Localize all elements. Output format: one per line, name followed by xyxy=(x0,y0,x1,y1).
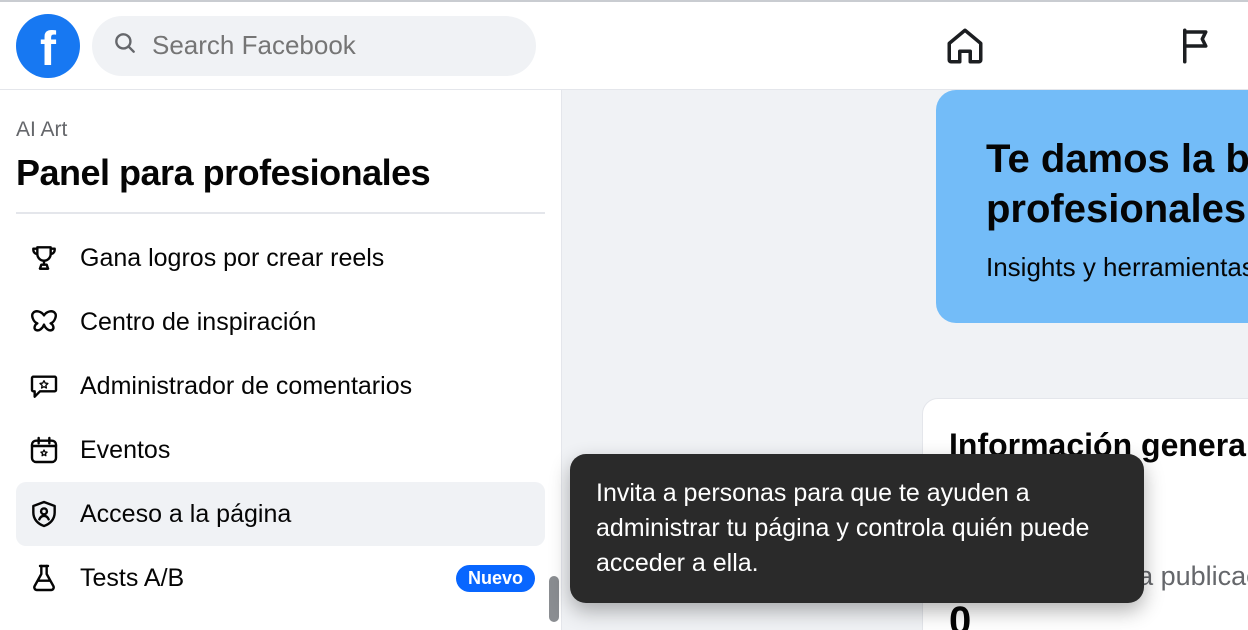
breadcrumb[interactable]: AI Art xyxy=(16,118,545,142)
sidebar-item-label: Gana logros por crear reels xyxy=(80,244,535,273)
facebook-logo[interactable]: f xyxy=(16,14,80,78)
welcome-title-line2: profesionales xyxy=(986,187,1246,231)
sidebar-item-page-access[interactable]: Acceso a la página xyxy=(16,482,545,546)
flask-icon xyxy=(26,560,62,596)
sidebar-item-comments[interactable]: Administrador de comentarios xyxy=(16,354,545,418)
tooltip: Invita a personas para que te ayuden a a… xyxy=(570,454,1144,603)
flag-icon[interactable] xyxy=(1176,25,1218,67)
sidebar-scrollbar[interactable] xyxy=(549,576,559,622)
sidebar-item-label: Centro de inspiración xyxy=(80,308,535,337)
welcome-title-line1: Te damos la bienvenida al panel para xyxy=(986,137,1248,181)
sidebar-item-events[interactable]: Eventos xyxy=(16,418,545,482)
trophy-icon xyxy=(26,240,62,276)
sidebar-item-label: Administrador de comentarios xyxy=(80,372,535,401)
sidebar-item-label: Tests A/B xyxy=(80,564,438,593)
comment-star-icon xyxy=(26,368,62,404)
shield-user-icon xyxy=(26,496,62,532)
page-title: Panel para profesionales xyxy=(16,152,545,194)
divider xyxy=(16,212,545,214)
sidebar-item-label: Eventos xyxy=(80,436,535,465)
sidebar-item-inspiration[interactable]: Centro de inspiración xyxy=(16,290,545,354)
welcome-subtitle: Insights y herramientas para administrar… xyxy=(986,252,1228,283)
tooltip-text: Invita a personas para que te ayuden a a… xyxy=(596,479,1089,577)
search-icon xyxy=(112,30,138,61)
welcome-card: Te damos la bienvenida al panel para pro… xyxy=(936,90,1248,323)
sidebar-item-achievements[interactable]: Gana logros por crear reels xyxy=(16,226,545,290)
sidebar-item-label: Acceso a la página xyxy=(80,500,535,529)
new-badge: Nuevo xyxy=(456,565,535,592)
home-icon[interactable] xyxy=(944,25,986,67)
sidebar: AI Art Panel para profesionales Gana log… xyxy=(0,90,562,630)
search-input[interactable] xyxy=(152,30,516,61)
search-bar[interactable] xyxy=(92,16,536,76)
butterfly-icon xyxy=(26,304,62,340)
top-bar: f xyxy=(0,0,1248,90)
metric-value: 0 xyxy=(949,599,1241,630)
sidebar-item-ab-tests[interactable]: Tests A/B Nuevo xyxy=(16,546,545,610)
calendar-icon xyxy=(26,432,62,468)
sidebar-nav: Gana logros por crear reels Centro de in… xyxy=(16,226,545,610)
